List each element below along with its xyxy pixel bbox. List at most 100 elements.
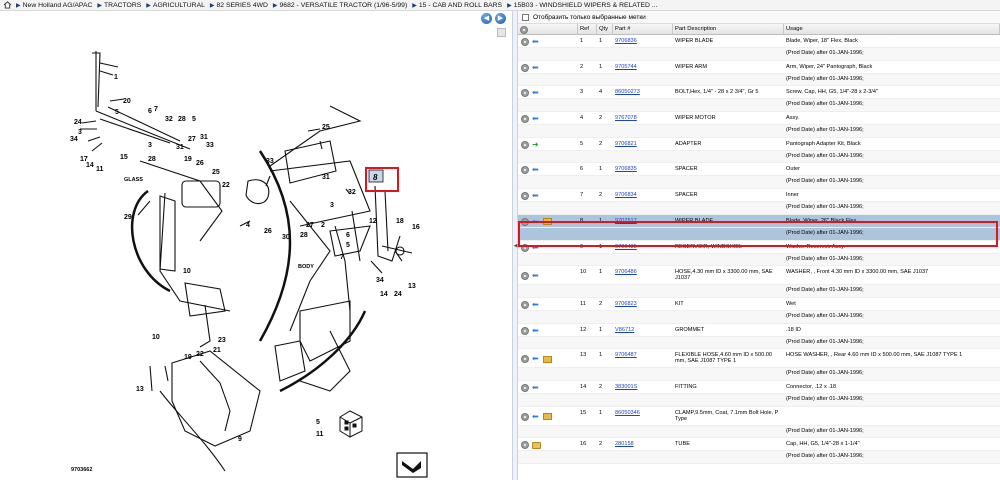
info-icon[interactable]: ⬅ [532,243,540,252]
table-row[interactable]: ⬅ 13 1 9706487 FLEXIBLE HOSE,4.60 mm ID x 50… [518,349,1000,369]
header-actions [518,24,578,34]
part-number-link[interactable]: 86050273 [615,89,640,95]
part-number-link[interactable]: 9705744 [615,64,637,70]
table-row[interactable]: ⬅ 12 1 V86712 GROMMET .18 ID [518,324,1000,337]
gear-icon[interactable] [521,441,529,450]
part-number-link[interactable]: V86712 [615,327,634,333]
table-row[interactable]: ⬅ 1 1 9706836 WIPER BLADE Blade, Wiper, 18" F… [518,35,1000,48]
row-ref: 15 [580,409,587,416]
table-row[interactable]: ⬅ 3 4 86050273 BOLT,Hex, 1/4" - 28 x 2 3/4",… [518,86,1000,100]
info-icon[interactable]: ⬅ [532,63,540,72]
header-part-number[interactable]: Part # [613,24,673,34]
part-number-link[interactable]: 383001S [615,384,637,390]
row-prod-date: (Prod Date) after 01-JAN-1996; [786,127,864,134]
info-icon[interactable]: ⬅ [532,115,540,123]
info-icon[interactable]: ⬅ [532,217,540,226]
breadcrumb-item[interactable]: ▶ AGRICULTURAL [146,2,205,9]
part-number-link[interactable]: 9707517 [615,218,637,224]
table-row[interactable]: ⬅ 4 2 9767078 WIPER MOTOR Assy. [518,112,1000,126]
info-icon[interactable]: ⬅ [532,355,540,363]
table-row[interactable]: ⬅ 2 1 9705744 WIPER ARM Arm, Wiper, 24" Panto… [518,61,1000,74]
gear-icon[interactable] [521,326,529,335]
table-row[interactable]: ➜ 5 2 9706821 ADAPTER Pantograph Adapter Kit,… [518,138,1000,151]
table-row[interactable]: ⬅ 7 2 9706834 SPACER Inner [518,189,1000,203]
breadcrumb-item[interactable]: ▶ 15 - CAB AND ROLL BARS [412,2,502,9]
info-icon[interactable]: ⬅ [532,300,540,309]
breadcrumb-item[interactable]: ▶ 15B03 - WINDSHIELD WIPERS & RELATED ... [507,2,657,9]
svg-text:24: 24 [394,291,402,298]
next-arrow-icon[interactable]: ▶ [495,13,506,24]
package-icon[interactable] [543,413,552,421]
gear-icon[interactable] [521,89,529,98]
package-icon[interactable] [543,218,552,226]
info-icon[interactable]: ⬅ [532,326,540,335]
part-number-link[interactable]: 9706821 [615,141,637,147]
table-row[interactable]: ⬅ 6 1 9706835 SPACER Outer [518,163,1000,177]
part-number-link[interactable]: 9706835 [615,166,637,172]
part-number-link[interactable]: 9767078 [615,115,637,121]
breadcrumb-item[interactable]: ▶ 82 SERIES 4WD [210,2,268,9]
info-icon[interactable]: ⬅ [532,412,540,421]
gear-icon[interactable] [521,243,529,252]
table-row[interactable]: ⬅ 11 2 9706823 KIT Wet [518,298,1000,311]
info-icon[interactable]: ⬅ [532,192,540,200]
arrow-icon[interactable]: ➜ [532,140,540,149]
svg-text:10: 10 [183,268,191,275]
svg-text:19: 19 [184,354,192,361]
table-row[interactable]: ⬅ 14 2 383001S FITTING Connector, .12 x .18 [518,381,1000,394]
breadcrumb-item[interactable]: ▶ New Holland AG/APAC [16,2,92,9]
info-icon[interactable]: ⬅ [532,89,540,97]
header-qty[interactable]: Qty [597,24,613,34]
part-number-link[interactable]: 9706836 [615,38,637,44]
header-description[interactable]: Part Description [673,24,784,34]
gear-icon[interactable] [521,355,529,364]
table-row[interactable]: 16 2 280158 TUBE Cap, HH, G5, 1/4"-28 x 1-1/… [518,438,1000,452]
part-number-link[interactable]: 9706834 [615,192,637,198]
gear-icon[interactable] [521,383,529,392]
part-number-link[interactable]: 86050346 [615,410,640,416]
chevron-right-icon: ▶ [209,2,215,9]
header-ref[interactable]: Ref [578,24,597,34]
gear-icon[interactable] [521,272,529,281]
table-row[interactable]: ⬅ 9 1 9706485 RESERVOIR, WINDSHIEL Washer Res… [518,241,1000,254]
row-actions: ⬅ [518,189,578,201]
svg-text:30: 30 [282,234,290,241]
part-number-link[interactable]: 280158 [615,441,634,447]
part-number-link[interactable]: 9706485 [615,244,637,250]
scroll-button[interactable] [497,28,506,37]
table-row[interactable]: ⬅ 15 1 86050346 CLAMP,9.5mm, Coat, 7.1mm Bol… [518,407,1000,426]
gear-icon[interactable] [521,192,529,201]
row-part-cell: 9706836 [613,35,673,47]
home-icon[interactable] [3,1,12,9]
table-row[interactable]: ⬅ 10 1 9706486 HOSE,4.30 mm ID x 3300.00 mm,… [518,266,1000,286]
previous-arrow-icon[interactable]: ◀ [481,13,492,24]
table-row[interactable]: ⬅ 8 1 9707517 WIPER BLADE Blade, Wiper, 26" B… [518,214,1000,228]
parts-table-pane: Отобразить только выбранные метки Ref Qt… [518,11,1000,480]
info-icon[interactable]: ⬅ [532,383,540,392]
gear-icon[interactable] [521,300,529,309]
breadcrumb-item[interactable]: ▶ 9682 - VERSATILE TRACTOR (1/96-5/99) [273,2,407,9]
row-qty: 1 [599,63,603,70]
info-icon[interactable]: ⬅ [532,166,540,174]
gear-icon[interactable] [521,115,529,124]
svg-text:4: 4 [246,222,250,229]
part-number-link[interactable]: 9706487 [615,352,637,358]
gear-icon[interactable] [521,38,529,46]
gear-icon[interactable] [521,166,529,175]
gear-icon[interactable] [521,63,529,72]
show-selected-checkbox[interactable] [522,13,529,21]
gear-icon[interactable] [521,412,529,421]
header-usage[interactable]: Usage [784,24,1000,34]
row-prod-date: (Prod Date) after 01-JAN-1996; [786,50,864,56]
settings-icon[interactable] [520,26,528,34]
info-icon[interactable]: ⬅ [532,38,540,46]
part-number-link[interactable]: 9706823 [615,301,637,307]
package-icon[interactable] [543,355,552,363]
svg-text:22: 22 [222,182,230,189]
part-number-link[interactable]: 9706486 [615,269,637,275]
gear-icon[interactable] [521,140,529,149]
breadcrumb-item[interactable]: ▶ TRACTORS [97,2,141,9]
gear-icon[interactable] [521,217,529,226]
folder-icon[interactable] [532,441,541,449]
info-icon[interactable]: ⬅ [532,272,540,280]
